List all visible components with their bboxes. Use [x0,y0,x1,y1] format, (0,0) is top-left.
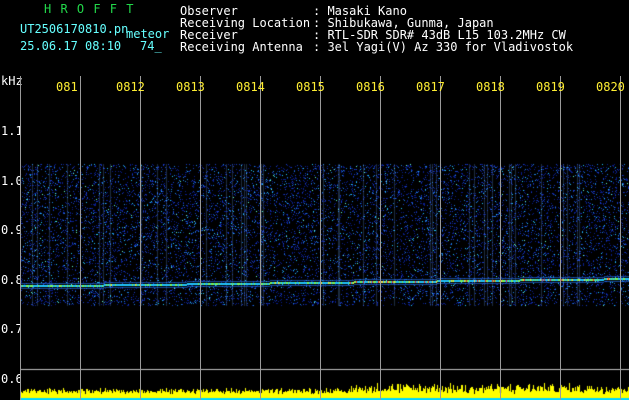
date-time: 25.06.17 08:10 [20,39,122,53]
app-title: H R O F F T [44,2,135,16]
time-gridline [200,76,201,400]
time-gridline [320,76,321,400]
time-label: 0813 [176,80,205,94]
time-label: 0819 [536,80,565,94]
time-gridline [620,76,621,400]
time-gridline [80,76,81,400]
spectrogram [20,96,629,400]
meteor-count: 74_ [140,39,162,53]
file-name: UT2506170810.pn [20,22,129,36]
time-label: 081 [56,80,78,94]
time-gridline [380,76,381,400]
time-label: 0818 [476,80,505,94]
time-label: 0814 [236,80,265,94]
time-gridline [20,76,21,400]
time-label: 0817 [416,80,445,94]
time-label: 0816 [356,80,385,94]
time-gridline [140,76,141,400]
antenna-value: : 3el Yagi(V) Az 330 for Vladivostok [313,40,574,54]
time-gridline [500,76,501,400]
time-label: 0820 [596,80,625,94]
time-gridline [440,76,441,400]
antenna-label: Receiving Antenna [180,40,303,54]
time-gridline [260,76,261,400]
time-label: 0812 [116,80,145,94]
time-label: 0815 [296,80,325,94]
time-gridline [560,76,561,400]
